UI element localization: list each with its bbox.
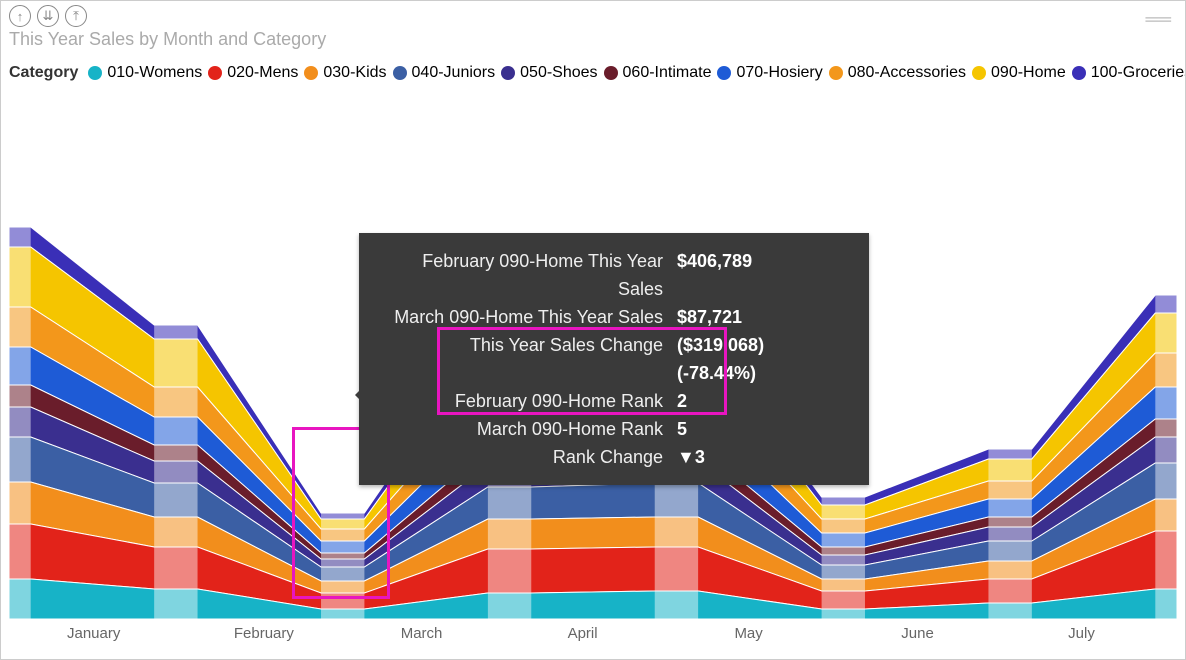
legend: Category 010-Womens 020-Mens 030-Kids 040-J… [1,58,1185,88]
legend-item-010-Womens[interactable]: 010-Womens [88,64,202,82]
legend-item-040-Juniors[interactable]: 040-Juniors [393,64,496,82]
tooltip-label: February 090-Home This Year Sales [381,247,663,303]
legend-text: 090-Home [991,64,1066,82]
x-tick-label: March [343,625,510,649]
legend-swatch [501,66,515,80]
tooltip-label: This Year Sales Change [381,331,663,387]
drill-up-button[interactable]: ↑ [9,5,31,27]
legend-swatch [208,66,222,80]
x-tick-label: April [510,625,677,649]
legend-text: 020-Mens [227,64,298,82]
legend-swatch [304,66,318,80]
tooltip-value: 5 [677,415,847,443]
tooltip-value: 2 [677,387,847,415]
tooltip-label: February 090-Home Rank [381,387,663,415]
legend-item-060-Intimate[interactable]: 060-Intimate [604,64,712,82]
tooltip-value: $87,721 [677,303,847,331]
x-tick-label: May [676,625,843,649]
legend-swatch [1072,66,1086,80]
month-gap [988,119,1031,619]
legend-swatch [829,66,843,80]
legend-swatch [88,66,102,80]
legend-text: 030-Kids [323,64,386,82]
tooltip-value: ($319,068) (-78.44%) [677,331,847,387]
legend-item-100-Groceries[interactable]: 100-Groceries [1072,64,1185,82]
legend-text: 060-Intimate [623,64,712,82]
month-gap [321,119,364,619]
x-tick-label: June [843,625,1010,649]
legend-item-080-Accessories[interactable]: 080-Accessories [829,64,966,82]
tooltip-label: March 090-Home Rank [381,415,663,443]
legend-item-030-Kids[interactable]: 030-Kids [304,64,386,82]
legend-text: 100-Groceries [1091,64,1185,82]
legend-label: Category [9,64,78,82]
legend-item-020-Mens[interactable]: 020-Mens [208,64,298,82]
tooltip-label: March 090-Home This Year Sales [381,303,663,331]
month-gap [9,119,31,619]
x-axis: JanuaryFebruaryMarchAprilMayJuneJuly [9,625,1177,649]
legend-swatch [717,66,731,80]
legend-text: 040-Juniors [412,64,496,82]
x-tick-label: July [1010,625,1177,649]
x-tick-label: February [176,625,343,649]
legend-item-050-Shoes[interactable]: 050-Shoes [501,64,597,82]
legend-swatch [393,66,407,80]
tooltip: February 090-Home This Year Sales$406,78… [359,233,869,485]
legend-swatch [604,66,618,80]
legend-item-090-Home[interactable]: 090-Home [972,64,1066,82]
legend-text: 080-Accessories [848,64,966,82]
month-gap [154,119,197,619]
legend-item-070-Hosiery[interactable]: 070-Hosiery [717,64,822,82]
tooltip-value: $406,789 [677,247,847,303]
legend-text: 050-Shoes [520,64,597,82]
chart-title: This Year Sales by Month and Category [1,27,1185,58]
drag-handle-icon[interactable]: ══ [1145,9,1171,30]
expand-button[interactable]: ⤒ [65,5,87,27]
legend-text: 070-Hosiery [736,64,822,82]
x-tick-label: January [9,625,176,649]
drill-down-button[interactable]: ⇊ [37,5,59,27]
legend-text: 010-Womens [107,64,202,82]
tooltip-value: ▼3 [677,443,847,471]
legend-swatch [972,66,986,80]
month-gap [1155,119,1177,619]
tooltip-label: Rank Change [381,443,663,471]
